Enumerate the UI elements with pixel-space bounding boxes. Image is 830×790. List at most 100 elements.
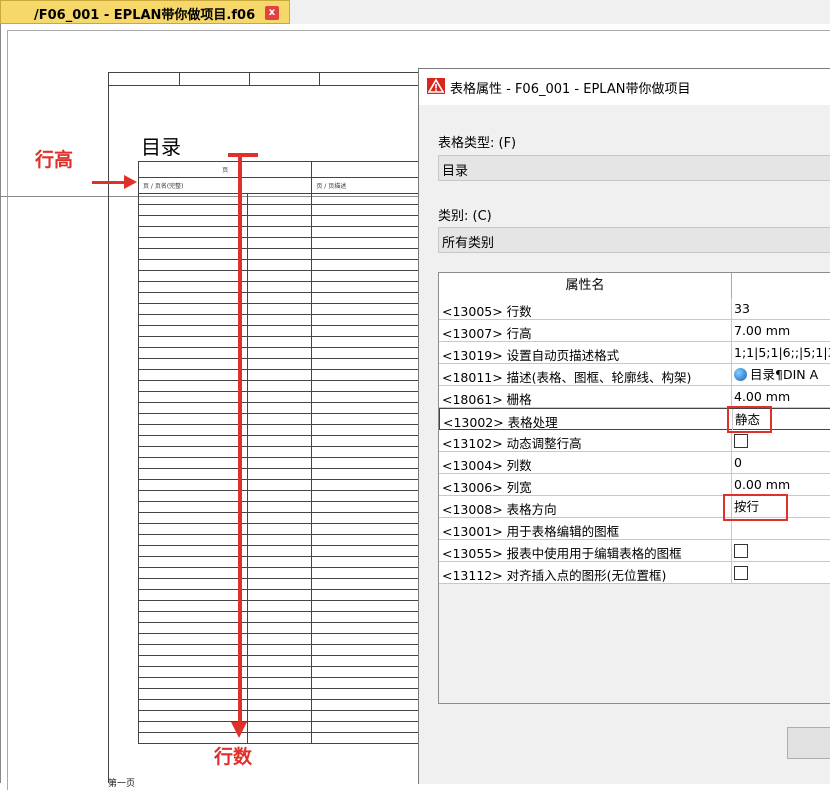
toc-cell <box>311 534 421 546</box>
property-row[interactable]: <13112> 对齐插入点的图形(无位置框) <box>439 562 830 584</box>
toc-cell <box>311 523 421 535</box>
property-value[interactable] <box>731 430 748 452</box>
property-row[interactable]: <13102> 动态调整行高 <box>439 430 830 452</box>
toc-cell <box>311 545 421 557</box>
toc-cell <box>246 325 313 337</box>
toc-row <box>138 710 421 722</box>
toc-row <box>138 644 421 656</box>
property-value[interactable]: 目录¶DIN A <box>731 364 818 386</box>
toc-cell <box>138 699 248 711</box>
property-value[interactable]: 1;1|5;1|6;;|5;1|3;1 <box>731 342 830 364</box>
property-row[interactable]: <13006> 列宽 0.00 mm <box>439 474 830 496</box>
property-row[interactable]: <13005> 行数 33 <box>439 298 830 320</box>
property-value[interactable] <box>731 562 748 584</box>
property-row[interactable]: <13055> 报表中使用用于编辑表格的图框 <box>439 540 830 562</box>
property-row[interactable]: <13001> 用于表格编辑的图框 <box>439 518 830 540</box>
toc-cell <box>311 358 421 370</box>
toc-cell <box>246 369 313 381</box>
toc-cell <box>246 710 313 722</box>
property-row[interactable]: <13007> 行高 7.00 mm <box>439 320 830 342</box>
property-row[interactable]: <18011> 描述(表格、图框、轮廓线、构架) 目录¶DIN A <box>439 364 830 386</box>
toc-cell <box>138 501 248 513</box>
row-count-arrowhead <box>231 722 247 738</box>
toc-row <box>138 380 421 392</box>
table-type-select[interactable]: 目录 <box>438 155 830 181</box>
row-height-annotation: 行高 <box>35 149 74 171</box>
highlight-table-processing <box>727 406 772 433</box>
toc-cell <box>138 193 248 205</box>
document-tab-title: /F06_001 - EPLAN带你做项目.f06 <box>34 8 256 23</box>
property-row[interactable]: <13019> 设置自动页描述格式 1;1|5;1|6;;|5;1|3;1 <box>439 342 830 364</box>
toc-cell <box>138 468 248 480</box>
property-value-text: 33 <box>734 301 750 316</box>
property-value[interactable]: 0.00 mm <box>731 474 790 496</box>
toc-cell <box>246 457 313 469</box>
toc-row <box>138 248 421 260</box>
property-value[interactable]: 33 <box>731 298 750 320</box>
category-select[interactable]: 所有类别 <box>438 227 830 253</box>
toc-cell <box>246 567 313 579</box>
toc-cell <box>138 688 248 700</box>
toc-cell <box>311 677 421 689</box>
dialog-titlebar[interactable]: 表格属性 - F06_001 - EPLAN带你做项目 <box>419 69 830 105</box>
checkbox[interactable] <box>734 566 748 580</box>
toc-row <box>138 556 421 568</box>
toc-cell <box>138 534 248 546</box>
toc-cell <box>138 369 248 381</box>
table-type-label: 表格类型: (F) <box>438 136 517 151</box>
checkbox[interactable] <box>734 434 748 448</box>
toc-cell <box>138 358 248 370</box>
toc-row <box>138 512 421 524</box>
toc-cell <box>246 193 313 205</box>
property-row[interactable]: <18061> 栅格 4.00 mm <box>439 386 830 408</box>
toc-row <box>138 501 421 513</box>
toc-cell <box>138 589 248 601</box>
property-row[interactable]: <13004> 列数 0 <box>439 452 830 474</box>
toc-cell <box>138 567 248 579</box>
toc-cell <box>138 677 248 689</box>
toc-cell <box>311 336 421 348</box>
grid-header-name: 属性名 <box>439 273 732 298</box>
toc-row <box>138 677 421 689</box>
toc-cell <box>311 248 421 260</box>
property-value[interactable]: 0 <box>731 452 742 474</box>
toc-cell <box>311 578 421 590</box>
toc-cell <box>311 501 421 513</box>
property-value[interactable] <box>731 540 748 562</box>
property-value[interactable] <box>731 518 734 540</box>
dialog-button[interactable] <box>787 727 830 759</box>
toc-header-empty <box>311 161 421 178</box>
toc-cell <box>246 402 313 414</box>
toc-row <box>138 457 421 469</box>
toc-cell <box>311 655 421 667</box>
toc-cell <box>246 303 313 315</box>
property-name: <13112> 对齐插入点的图形(无位置框) <box>442 568 667 583</box>
toc-cell <box>138 380 248 392</box>
close-icon[interactable]: x <box>265 6 279 20</box>
document-tab[interactable]: /F06_001 - EPLAN带你做项目.f06 x <box>0 0 290 24</box>
toc-cell <box>311 413 421 425</box>
toc-row <box>138 655 421 667</box>
toc-cell <box>246 281 313 293</box>
toc-cell <box>246 501 313 513</box>
toc-row <box>138 204 421 216</box>
toc-cell <box>138 391 248 403</box>
warning-icon <box>427 78 445 94</box>
checkbox[interactable] <box>734 544 748 558</box>
toc-cell <box>246 413 313 425</box>
toc-cell <box>246 534 313 546</box>
toc-cell <box>138 325 248 337</box>
toc-cell <box>311 512 421 524</box>
property-name: <13102> 动态调整行高 <box>442 436 582 451</box>
toc-cell <box>138 490 248 502</box>
toc-cell <box>311 622 421 634</box>
property-value[interactable]: 7.00 mm <box>731 320 790 342</box>
toc-cell <box>246 446 313 458</box>
toc-cell <box>246 655 313 667</box>
toc-cell <box>311 479 421 491</box>
toc-row <box>138 303 421 315</box>
toc-cell <box>246 424 313 436</box>
toc-cell <box>138 710 248 722</box>
tab-strip <box>290 0 830 25</box>
property-value[interactable]: 4.00 mm <box>731 386 790 408</box>
